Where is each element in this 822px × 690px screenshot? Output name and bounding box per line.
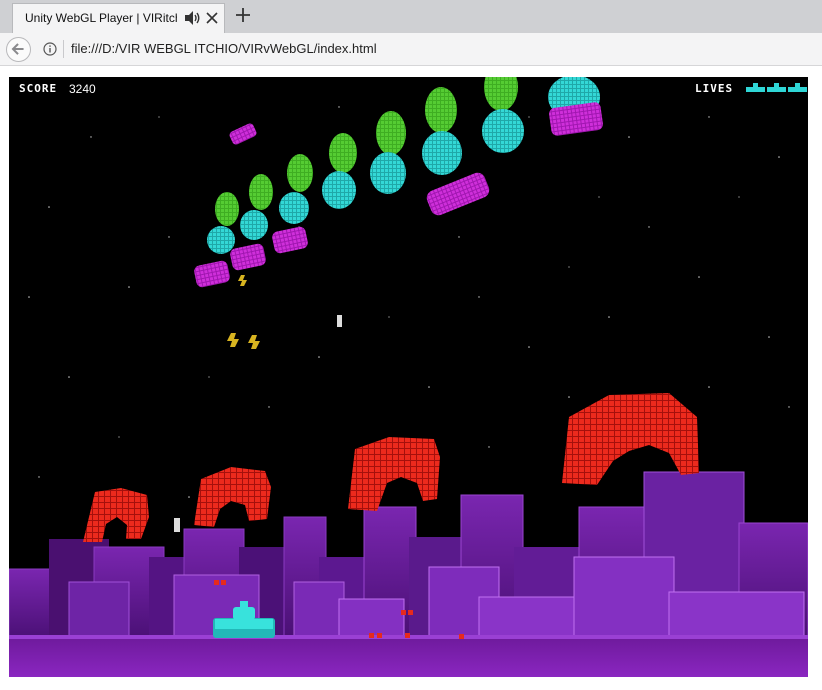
stray-invader [229,123,257,145]
life-ship-icon [746,83,765,92]
game-scene [9,77,808,677]
tab-title: Unity WebGL Player | VIRitch [25,11,177,25]
life-ship-icon [767,83,786,92]
back-arrow-icon [11,43,24,55]
address-bar[interactable]: file:///D:/VIR WEBGL ITCHIO/VIRvWebGL/in… [71,41,377,56]
close-icon[interactable] [205,11,219,25]
lives-indicator [746,83,807,92]
tab-bar: Unity WebGL Player | VIRitch [0,0,822,33]
invader-column [230,174,273,271]
navigation-bar: file:///D:/VIR WEBGL ITCHIO/VIRvWebGL/in… [0,33,822,66]
back-button[interactable] [6,37,31,62]
browser-tab[interactable]: Unity WebGL Player | VIRitch [12,3,225,33]
lives-label: LIVES [695,82,734,95]
invader-column [422,87,490,216]
invader-formation [194,77,603,288]
invader-column [370,111,406,194]
info-icon[interactable] [43,42,57,56]
invader-column [322,133,357,209]
plus-icon[interactable] [234,6,252,24]
speaker-icon[interactable] [184,9,200,27]
invader-column [272,154,313,254]
game-canvas[interactable]: SCORE 3240 LIVES [9,77,808,677]
invader-column [548,77,603,136]
life-ship-icon [788,83,807,92]
score-label: SCORE [19,82,58,95]
url-separator [63,40,64,58]
invader-column [194,192,239,288]
invader-column [482,77,524,153]
score-value: 3240 [69,82,96,96]
